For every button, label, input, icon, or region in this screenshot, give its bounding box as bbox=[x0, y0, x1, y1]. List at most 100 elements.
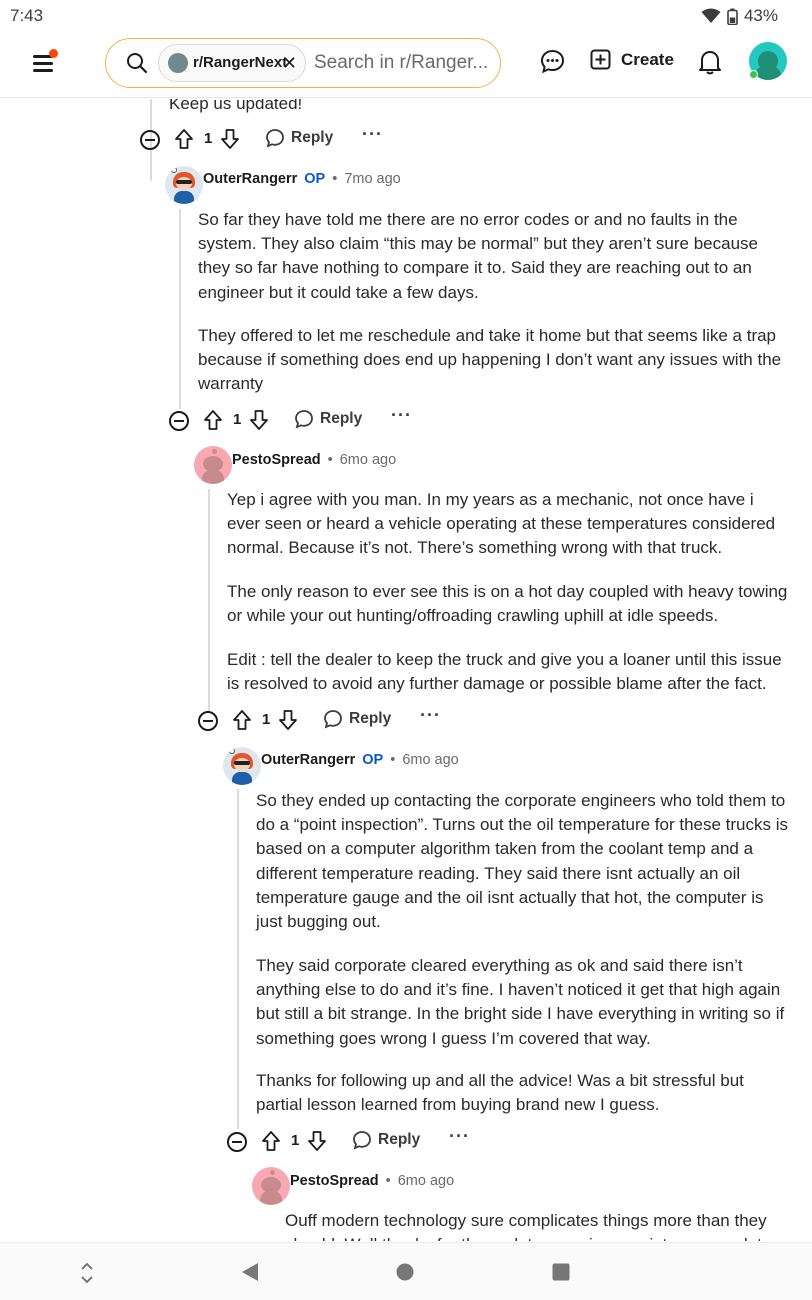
avatar-antenna bbox=[229, 748, 235, 754]
comment-author[interactable]: OuterRangerr bbox=[261, 752, 355, 768]
comment-paragraph: So far they have told me there are no er… bbox=[198, 210, 758, 302]
thread-line bbox=[179, 209, 181, 409]
bell-icon[interactable] bbox=[698, 49, 722, 75]
downvote-icon[interactable] bbox=[249, 409, 269, 431]
reply-button[interactable]: Reply bbox=[294, 409, 362, 429]
reply-button[interactable]: Reply bbox=[352, 1130, 420, 1150]
vote-count: 1 bbox=[262, 711, 271, 728]
search-bar[interactable]: r/RangerNext ✕ Search in r/Ranger... bbox=[105, 38, 501, 88]
app-header: r/RangerNext ✕ Search in r/Ranger... Cre… bbox=[0, 32, 812, 98]
separator-dot: • bbox=[385, 1173, 391, 1189]
upvote-icon[interactable] bbox=[174, 128, 194, 150]
comment-actions: 1 Reply ··· bbox=[198, 705, 458, 735]
comment-time: 6mo ago bbox=[402, 752, 459, 768]
avatar-body bbox=[755, 66, 781, 80]
comment-time: 6mo ago bbox=[397, 1173, 455, 1189]
comment-meta: OuterRangerr OP • 7mo ago bbox=[203, 171, 401, 187]
avatar-shirt bbox=[232, 772, 252, 785]
downvote-icon[interactable] bbox=[278, 709, 298, 731]
create-label: Create bbox=[621, 49, 674, 69]
expand-icon[interactable] bbox=[79, 1260, 95, 1286]
collapse-icon[interactable] bbox=[140, 130, 160, 150]
separator-dot: • bbox=[390, 752, 396, 768]
comment-thread: Keep us updated! 1 Reply ··· OuterRanger… bbox=[0, 99, 812, 1241]
close-icon[interactable]: ✕ bbox=[282, 53, 297, 74]
vote-count: 1 bbox=[204, 130, 213, 147]
avatar[interactable] bbox=[165, 166, 203, 204]
comment-paragraph: Ouff modern technology sure complicates … bbox=[285, 1211, 767, 1241]
vote-count: 1 bbox=[291, 1132, 300, 1149]
comment-icon bbox=[353, 1131, 371, 1150]
avatar-body bbox=[202, 470, 224, 484]
search-icon bbox=[127, 53, 148, 74]
collapse-icon[interactable] bbox=[198, 711, 218, 731]
comment-author[interactable]: OuterRangerr bbox=[203, 171, 297, 187]
comment-meta: PestoSpread • 6mo ago bbox=[290, 1173, 454, 1189]
comment-time: 7mo ago bbox=[344, 171, 401, 187]
chat-icon[interactable] bbox=[540, 49, 565, 74]
comment-paragraph: Yep i agree with you man. In my years as… bbox=[227, 490, 776, 558]
comment-actions: 1 Reply ··· bbox=[227, 1126, 487, 1156]
comment-author[interactable]: PestoSpread bbox=[232, 452, 321, 468]
create-button[interactable]: Create bbox=[590, 49, 674, 70]
community-chip[interactable]: r/RangerNext ✕ bbox=[158, 44, 306, 82]
avatar[interactable] bbox=[252, 1167, 290, 1205]
avatar-antenna bbox=[212, 449, 217, 454]
battery-icon bbox=[727, 8, 738, 25]
wifi-icon bbox=[701, 8, 721, 23]
thread-line bbox=[237, 789, 239, 1129]
comment-icon bbox=[295, 410, 313, 429]
comment-paragraph: Edit : tell the dealer to keep the truck… bbox=[227, 650, 782, 694]
home-icon[interactable] bbox=[396, 1263, 414, 1281]
comment-meta: OuterRangerr OP • 6mo ago bbox=[261, 752, 459, 768]
reply-button[interactable]: Reply bbox=[265, 128, 333, 148]
collapse-icon[interactable] bbox=[169, 411, 189, 431]
more-options-button[interactable]: ··· bbox=[391, 405, 412, 426]
upvote-icon[interactable] bbox=[203, 409, 223, 431]
status-icons: 43% bbox=[701, 6, 778, 26]
avatar-antenna bbox=[270, 1170, 275, 1175]
comment-actions: 1 Reply ··· bbox=[140, 124, 400, 154]
avatar[interactable] bbox=[194, 446, 232, 484]
search-placeholder: Search in r/Ranger... bbox=[314, 52, 489, 73]
comment-paragraph: So they ended up contacting the corporat… bbox=[256, 791, 788, 932]
plus-square-icon bbox=[590, 49, 611, 70]
notification-dot bbox=[49, 49, 58, 58]
system-nav-bar bbox=[0, 1242, 812, 1300]
thread-line bbox=[208, 489, 210, 711]
downvote-icon[interactable] bbox=[307, 1130, 327, 1152]
upvote-icon[interactable] bbox=[232, 709, 252, 731]
collapse-icon[interactable] bbox=[227, 1132, 247, 1152]
back-icon[interactable] bbox=[240, 1262, 260, 1282]
battery-percent: 43% bbox=[743, 6, 778, 25]
op-badge: OP bbox=[304, 171, 326, 187]
menu-icon-bar bbox=[33, 62, 53, 65]
avatar-antenna bbox=[171, 167, 177, 173]
more-options-button[interactable]: ··· bbox=[362, 124, 383, 145]
comment-paragraph: They said corporate cleared everything a… bbox=[256, 956, 785, 1048]
comment-author[interactable]: PestoSpread bbox=[290, 1173, 379, 1189]
more-options-button[interactable]: ··· bbox=[420, 705, 441, 726]
reply-button[interactable]: Reply bbox=[323, 709, 391, 729]
reply-label: Reply bbox=[349, 710, 392, 727]
recents-icon[interactable] bbox=[552, 1263, 570, 1281]
separator-dot: • bbox=[327, 452, 333, 468]
comment-icon bbox=[324, 710, 342, 729]
reply-label: Reply bbox=[291, 129, 334, 146]
avatar-glasses bbox=[176, 180, 192, 184]
comment-time: 6mo ago bbox=[339, 452, 397, 468]
menu-button[interactable] bbox=[30, 48, 60, 78]
upvote-icon[interactable] bbox=[261, 1130, 281, 1152]
comment-icon bbox=[266, 129, 284, 148]
op-badge: OP bbox=[362, 752, 384, 768]
avatar[interactable] bbox=[223, 747, 261, 785]
downvote-icon[interactable] bbox=[220, 128, 240, 150]
comment-paragraph: They offered to let me reschedule and ta… bbox=[198, 326, 782, 394]
comment-text: Keep us updated! bbox=[169, 99, 303, 113]
more-options-button[interactable]: ··· bbox=[449, 1126, 470, 1147]
status-time: 7:43 bbox=[10, 6, 44, 25]
separator-dot: • bbox=[332, 171, 338, 187]
reply-label: Reply bbox=[320, 410, 363, 427]
community-avatar bbox=[168, 53, 188, 73]
comment-paragraph: Thanks for following up and all the advi… bbox=[256, 1071, 744, 1115]
